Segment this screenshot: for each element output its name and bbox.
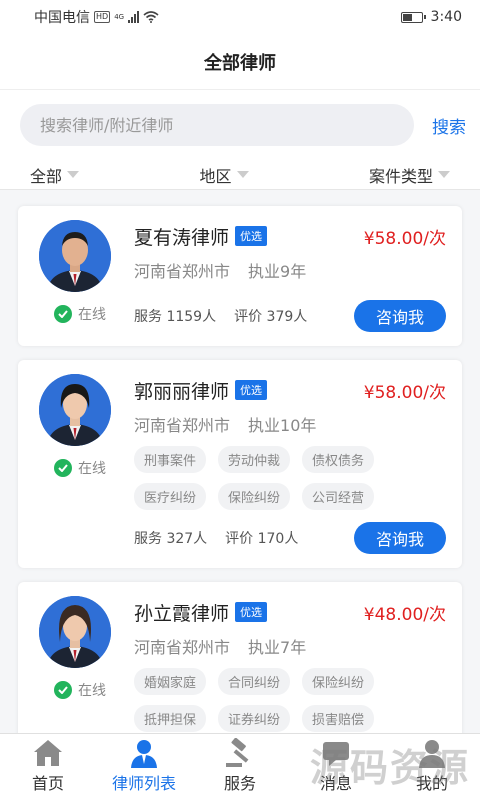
- practice-tag[interactable]: 抵押担保: [134, 705, 207, 732]
- filter-label: 地区: [199, 166, 232, 186]
- lawyer-experience: 执业7年: [248, 638, 307, 657]
- consult-price: ¥58.00/次: [363, 228, 446, 249]
- status-bar: 中国电信 HD 4G 3:40: [0, 0, 480, 34]
- signal-icon: [128, 11, 140, 23]
- lawyer-name: 夏有涛律师: [134, 226, 230, 249]
- online-status: 在线: [44, 680, 106, 700]
- consult-price: ¥58.00/次: [363, 382, 446, 403]
- consult-button[interactable]: 咨询我: [354, 522, 446, 554]
- online-label: 在线: [78, 683, 106, 699]
- check-icon: [54, 681, 72, 699]
- status-right: 3:40: [400, 9, 462, 25]
- tab-label: 首页: [31, 774, 64, 793]
- network-label: 4G: [114, 13, 125, 21]
- filter-bar: 全部 地区 案件类型: [0, 160, 480, 190]
- practice-tag[interactable]: 劳动仲裁: [218, 446, 291, 473]
- lawyer-region: 河南省郑州市: [134, 416, 231, 435]
- status-left: 中国电信 HD 4G: [34, 7, 159, 27]
- battery-fill: [402, 13, 412, 21]
- practice-tags: 婚姻家庭 合同纠纷 保险纠纷 抵押担保 证券纠纷 损害赔偿: [134, 668, 394, 732]
- clock: 3:40: [430, 9, 462, 25]
- gavel-icon: [226, 738, 249, 767]
- lawyer-experience: 执业10年: [248, 416, 317, 435]
- wifi-icon: [143, 11, 159, 23]
- consult-button[interactable]: 咨询我: [354, 300, 446, 332]
- filter-label: 案件类型: [368, 166, 433, 186]
- tab-label: 律师列表: [111, 774, 176, 793]
- lawyer-name: 孙立霞律师: [134, 602, 230, 625]
- lawyer-region: 河南省郑州市: [134, 638, 231, 657]
- lawyer-name: 郭丽丽律师: [134, 380, 230, 403]
- lawyer-avatar: [39, 374, 111, 446]
- tab-lawyer-list[interactable]: 律师列表: [96, 734, 192, 800]
- search-button[interactable]: 搜索: [432, 113, 466, 138]
- preferred-badge: 优选: [235, 380, 268, 400]
- practice-tag[interactable]: 保险纠纷: [218, 483, 291, 510]
- service-count: 服务 327人: [134, 531, 208, 547]
- service-count: 服务 1159人: [134, 309, 217, 325]
- practice-tag[interactable]: 损害赔偿: [302, 705, 375, 732]
- practice-tag[interactable]: 刑事案件: [134, 446, 207, 473]
- practice-tag[interactable]: 债权债务: [302, 446, 375, 473]
- lawyer-card[interactable]: 在线 郭丽丽律师 优选 ¥58.00/次 河南省郑州市 执业10年 刑事案件 劳…: [18, 360, 462, 568]
- check-icon: [54, 305, 72, 323]
- practice-tag[interactable]: 合同纠纷: [218, 668, 291, 695]
- lawyer-card[interactable]: 在线 夏有涛律师 优选 ¥58.00/次 河南省郑州市 执业9年 服务 1159…: [18, 206, 462, 346]
- rating-count: 评价 170人: [225, 531, 299, 547]
- practice-tag[interactable]: 婚姻家庭: [134, 668, 207, 695]
- dropdown-arrow-icon: [67, 171, 80, 178]
- lawyer-region: 河南省郑州市: [134, 262, 231, 281]
- page-title: 全部律师: [0, 34, 480, 90]
- practice-tag[interactable]: 证券纠纷: [218, 705, 291, 732]
- online-status: 在线: [44, 304, 106, 324]
- preferred-badge: 优选: [235, 226, 268, 246]
- filter-case-type[interactable]: 案件类型: [369, 163, 450, 187]
- lawyer-experience: 执业9年: [248, 262, 307, 281]
- search-input[interactable]: [20, 104, 414, 146]
- filter-label: 全部: [30, 166, 63, 186]
- online-label: 在线: [78, 307, 106, 323]
- lawyer-icon: [131, 740, 157, 768]
- search-bar: 搜索: [0, 90, 480, 160]
- watermark: 源码资源: [309, 746, 470, 790]
- hd-badge: HD: [94, 11, 111, 23]
- home-icon: [34, 740, 62, 766]
- practice-tag[interactable]: 保险纠纷: [302, 668, 375, 695]
- carrier-label: 中国电信: [34, 10, 90, 26]
- lawyer-avatar: [39, 596, 111, 668]
- lawyer-list: 在线 夏有涛律师 优选 ¥58.00/次 河南省郑州市 执业9年 服务 1159…: [0, 190, 480, 746]
- practice-tag[interactable]: 公司经营: [302, 483, 375, 510]
- filter-all[interactable]: 全部: [30, 163, 80, 187]
- online-status: 在线: [44, 458, 106, 478]
- tab-service[interactable]: 服务: [192, 734, 288, 800]
- practice-tags: 刑事案件 劳动仲裁 债权债务 医疗纠纷 保险纠纷 公司经营: [134, 446, 394, 510]
- check-icon: [54, 459, 72, 477]
- dropdown-arrow-icon: [236, 171, 249, 178]
- preferred-badge: 优选: [235, 602, 268, 622]
- practice-tag[interactable]: 医疗纠纷: [134, 483, 207, 510]
- lawyer-card[interactable]: 在线 孙立霞律师 优选 ¥48.00/次 河南省郑州市 执业7年 婚姻家庭 合同…: [18, 582, 462, 746]
- rating-count: 评价 379人: [234, 309, 308, 325]
- lawyer-avatar: [39, 220, 111, 292]
- battery-icon: [400, 11, 426, 23]
- dropdown-arrow-icon: [437, 171, 450, 178]
- tab-label: 服务: [223, 774, 256, 793]
- online-label: 在线: [78, 461, 106, 477]
- tab-home[interactable]: 首页: [0, 734, 96, 800]
- filter-region[interactable]: 地区: [199, 163, 249, 187]
- consult-price: ¥48.00/次: [363, 604, 446, 625]
